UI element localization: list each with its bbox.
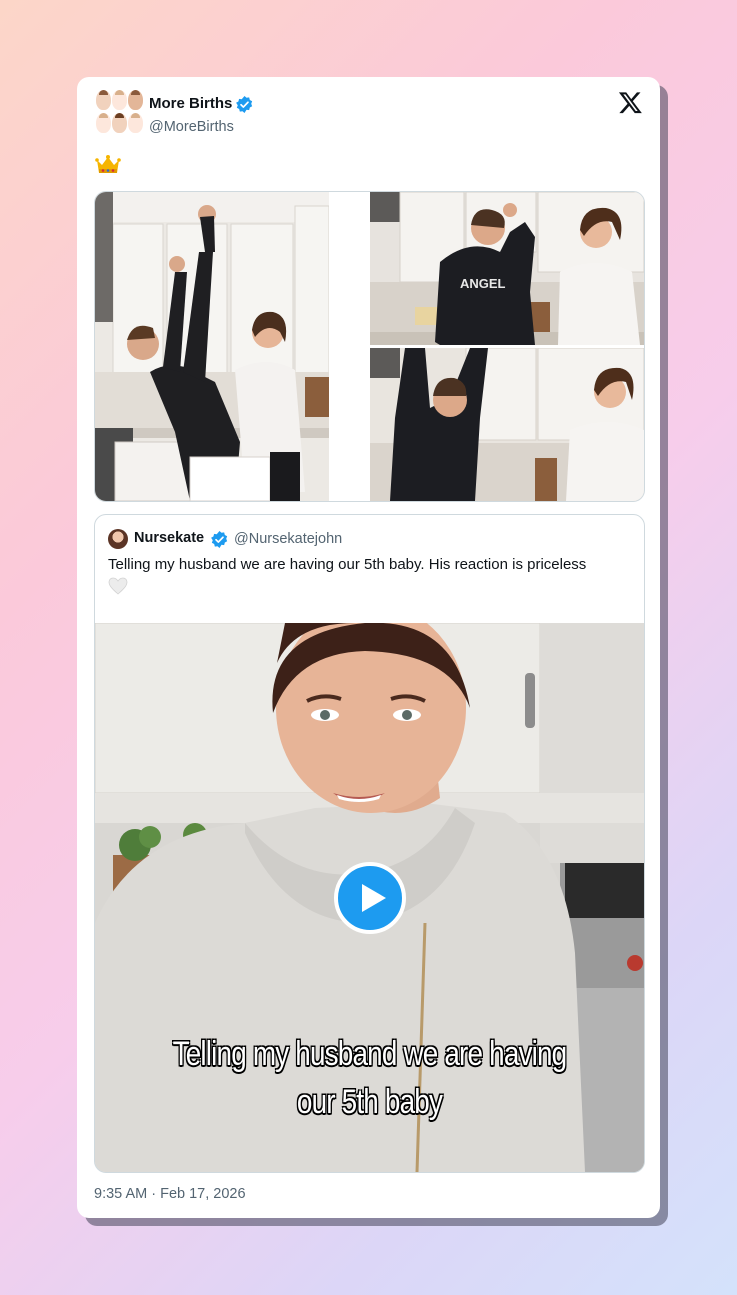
video-player[interactable]: Telling my husband we are having our 5th… (95, 623, 644, 1172)
tweet-media-grid: ANGEL (94, 191, 645, 502)
play-button-icon[interactable] (334, 862, 406, 934)
photo-3[interactable] (370, 348, 644, 501)
x-logo-icon[interactable] (618, 90, 643, 115)
video-caption-line-1: Telling my husband we are having (172, 1035, 568, 1073)
baby-emoji-icon (112, 113, 127, 133)
svg-text:ANGEL: ANGEL (460, 276, 506, 291)
author-handle[interactable]: @MoreBirths (149, 119, 234, 135)
photo-1[interactable] (95, 192, 329, 501)
tweet-timestamp[interactable]: 9:35 AM · Feb 17, 2026 (94, 1186, 246, 1202)
author-name[interactable]: More Births (149, 95, 232, 112)
baby-emoji-icon (112, 90, 127, 110)
baby-emoji-icon (96, 90, 111, 110)
baby-emoji-icon (128, 90, 143, 110)
quoted-tweet-text: Telling my husband we are having our 5th… (108, 556, 587, 573)
verified-badge-icon (211, 531, 228, 548)
tweet-card: More Births @MoreBirths ANGEL Nursekate … (77, 77, 660, 1218)
white-heart-emoji-icon (108, 577, 128, 595)
baby-emoji-icon (96, 113, 111, 133)
baby-emoji-icon (128, 113, 143, 133)
quoted-author-name[interactable]: Nursekate (134, 530, 204, 546)
quoted-author-avatar[interactable] (108, 529, 128, 549)
photo-2[interactable]: ANGEL (370, 192, 644, 345)
quoted-tweet[interactable]: Nursekate @Nursekatejohn Telling my husb… (94, 514, 645, 1173)
crown-emoji-icon (95, 155, 121, 173)
verified-badge-icon (236, 96, 253, 113)
quoted-author-handle[interactable]: @Nursekatejohn (234, 531, 342, 547)
video-caption-line-2: our 5th baby (296, 1083, 443, 1121)
author-avatar[interactable] (96, 90, 143, 136)
